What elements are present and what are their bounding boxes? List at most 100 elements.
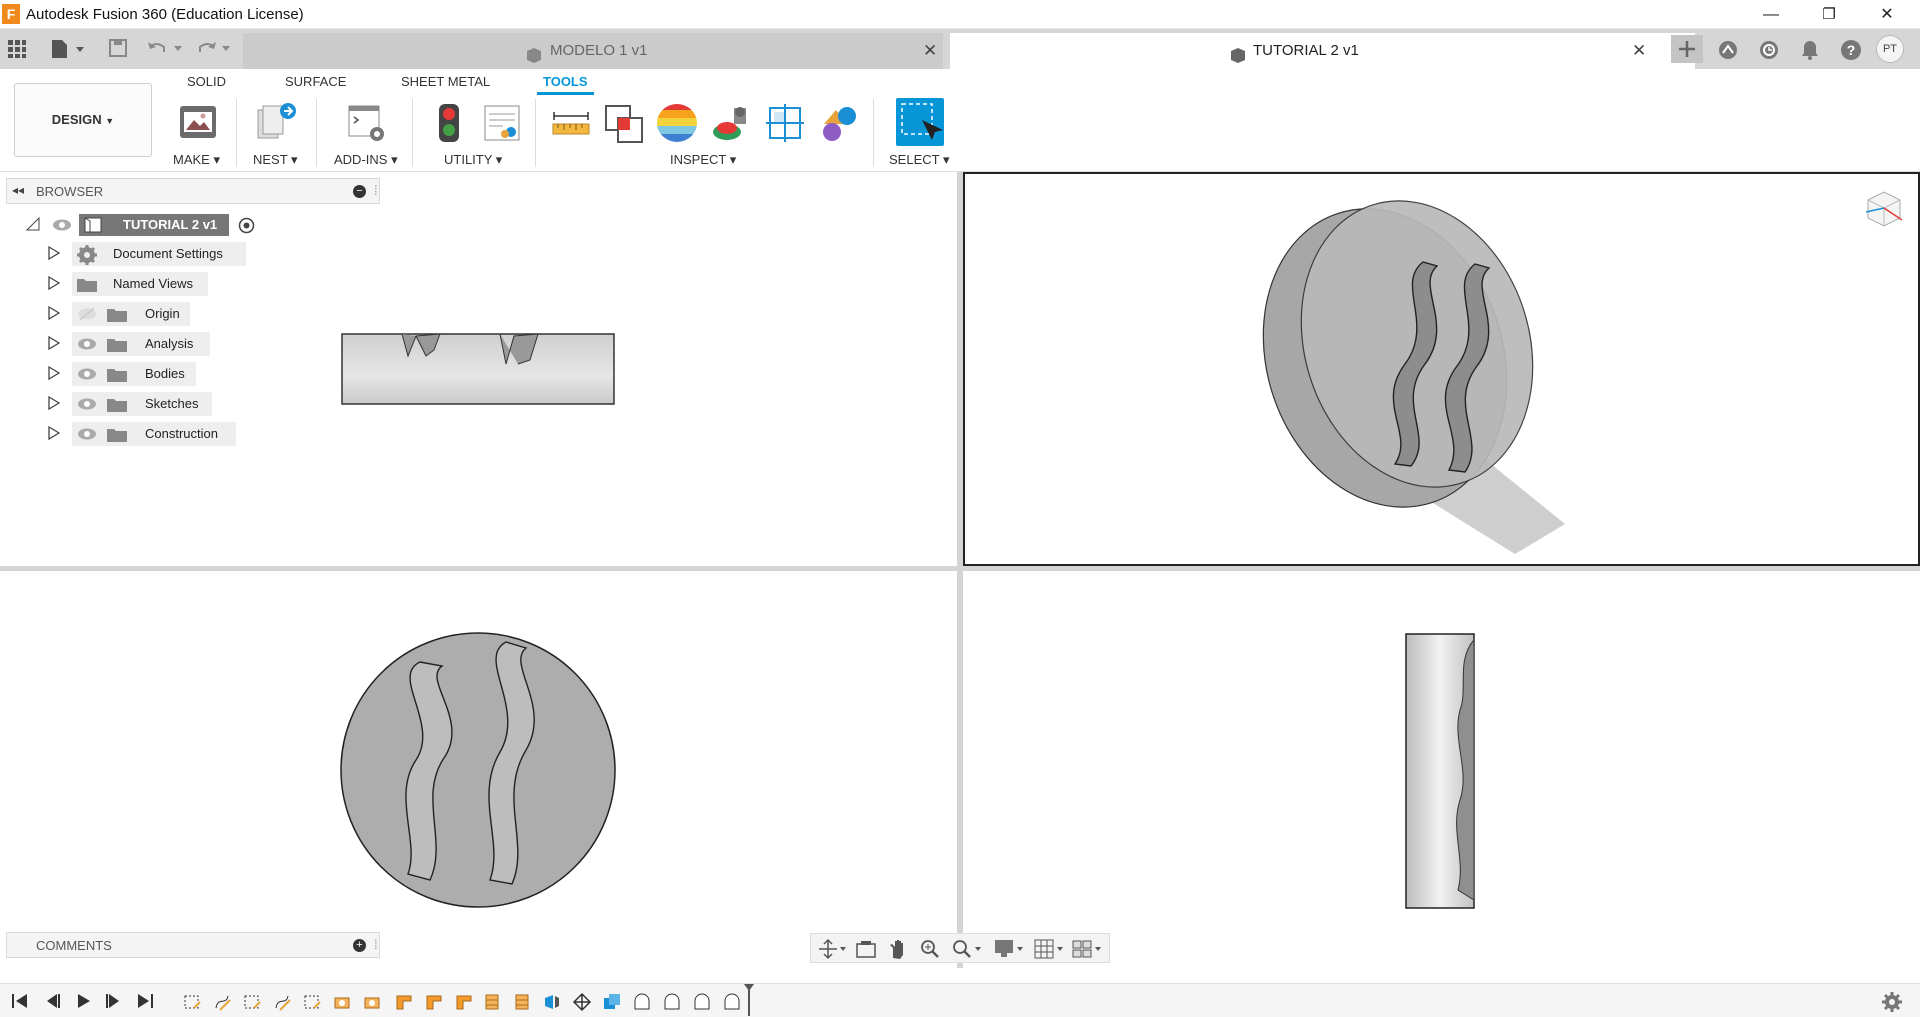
- file-menu-icon[interactable]: [50, 38, 86, 65]
- zebra-analysis-icon[interactable]: [656, 102, 698, 144]
- eye-icon[interactable]: [77, 397, 97, 414]
- browser-item-document-settings[interactable]: Document Settings: [48, 241, 268, 266]
- tab-solid[interactable]: SOLID: [187, 74, 226, 89]
- eye-hidden-icon[interactable]: [77, 307, 97, 324]
- traffic-light-icon[interactable]: [428, 102, 470, 144]
- expand-triangle-icon[interactable]: [48, 335, 61, 353]
- browser-item-origin[interactable]: Origin: [48, 301, 268, 326]
- scripts-addins-icon[interactable]: [345, 102, 387, 144]
- eye-icon[interactable]: [52, 218, 72, 235]
- section-analysis-icon[interactable]: [764, 102, 806, 144]
- browser-item-named-views[interactable]: Named Views: [48, 271, 268, 296]
- browser-item-construction[interactable]: Construction: [48, 421, 268, 446]
- user-avatar[interactable]: PT: [1876, 35, 1904, 63]
- viewport-perspective[interactable]: [963, 172, 1920, 566]
- timeline-settings-icon[interactable]: [1882, 992, 1902, 1012]
- timeline-marker-icon[interactable]: [742, 984, 756, 1016]
- group-nest[interactable]: NEST ▾: [253, 152, 298, 168]
- group-addins[interactable]: ADD-INS ▾: [334, 152, 398, 168]
- display-settings-icon[interactable]: [993, 938, 1027, 960]
- save-icon[interactable]: [108, 38, 128, 63]
- select-icon[interactable]: [896, 98, 944, 146]
- collapse-triangle-icon[interactable]: [25, 216, 40, 234]
- group-utility[interactable]: UTILITY ▾: [444, 152, 502, 168]
- step-back-icon[interactable]: [42, 992, 62, 1010]
- extensions-icon[interactable]: [1717, 39, 1739, 66]
- viewport-front[interactable]: [330, 320, 630, 420]
- eye-icon[interactable]: [77, 427, 97, 444]
- shell-feature-icon[interactable]: [692, 992, 712, 1012]
- expand-icon[interactable]: +: [353, 939, 366, 952]
- fillet-feature-icon[interactable]: [454, 992, 474, 1012]
- move-feature-icon[interactable]: [572, 992, 592, 1012]
- tab-tools[interactable]: TOOLS: [537, 74, 594, 95]
- sketch-feature-icon[interactable]: [242, 992, 262, 1012]
- close-tab-icon[interactable]: ✕: [1632, 33, 1646, 69]
- browser-item-analysis[interactable]: Analysis: [48, 331, 268, 356]
- panel-grip-icon[interactable]: ⁞: [374, 183, 378, 198]
- close-tab-icon[interactable]: ✕: [923, 33, 937, 69]
- nest-icon[interactable]: [255, 102, 297, 144]
- expand-triangle-icon[interactable]: [48, 365, 61, 383]
- app-grid-icon[interactable]: [8, 40, 26, 63]
- play-icon[interactable]: [74, 992, 94, 1010]
- browser-root[interactable]: TUTORIAL 2 v1: [22, 213, 272, 237]
- shell-feature-icon[interactable]: [662, 992, 682, 1012]
- fillet-feature-icon[interactable]: [424, 992, 444, 1012]
- split-body-icon[interactable]: [542, 992, 562, 1012]
- collapse-panel-icon[interactable]: ◂◂: [12, 183, 24, 197]
- sketch-feature-icon[interactable]: [182, 992, 202, 1012]
- tab-sheet-metal[interactable]: SHEET METAL: [401, 74, 490, 89]
- shell-feature-icon[interactable]: [722, 992, 742, 1012]
- sketch-feature-icon[interactable]: [212, 992, 232, 1012]
- interference-icon[interactable]: [603, 102, 645, 144]
- collapse-icon[interactable]: −: [353, 185, 366, 198]
- tab-surface[interactable]: SURFACE: [285, 74, 346, 89]
- restore-button[interactable]: ❐: [1806, 0, 1852, 29]
- draft-analysis-icon[interactable]: [710, 102, 752, 144]
- minimize-button[interactable]: —: [1748, 0, 1794, 29]
- fillet-feature-icon[interactable]: [394, 992, 414, 1012]
- browser-item-sketches[interactable]: Sketches: [48, 391, 268, 416]
- group-inspect[interactable]: INSPECT ▾: [670, 152, 736, 168]
- expand-triangle-icon[interactable]: [48, 305, 61, 323]
- fit-icon[interactable]: [951, 938, 985, 960]
- combine-feature-icon[interactable]: [602, 992, 622, 1012]
- browser-item-bodies[interactable]: Bodies: [48, 361, 268, 386]
- redo-icon[interactable]: [196, 38, 236, 63]
- tab-tutorial-2[interactable]: TUTORIAL 2 v1 ✕: [950, 33, 1695, 69]
- panel-grip-icon[interactable]: ⁞: [374, 937, 378, 952]
- notifications-icon[interactable]: [1799, 39, 1821, 66]
- center-of-mass-icon[interactable]: [818, 102, 860, 144]
- activate-radio-icon[interactable]: [238, 217, 255, 237]
- expand-triangle-icon[interactable]: [48, 245, 61, 263]
- add-tab-icon[interactable]: [1671, 35, 1703, 63]
- group-make[interactable]: MAKE ▾: [173, 152, 220, 168]
- job-status-icon[interactable]: [1758, 39, 1780, 66]
- extrude-feature-icon[interactable]: [332, 992, 352, 1012]
- measure-icon[interactable]: [550, 102, 592, 144]
- sketch-feature-icon[interactable]: [272, 992, 292, 1012]
- look-at-icon[interactable]: [855, 939, 877, 959]
- shell-feature-icon[interactable]: [632, 992, 652, 1012]
- chamfer-feature-icon[interactable]: [512, 992, 532, 1012]
- eye-icon[interactable]: [77, 337, 97, 354]
- eye-icon[interactable]: [77, 367, 97, 384]
- viewports-icon[interactable]: [1071, 938, 1105, 960]
- extrude-feature-icon[interactable]: [362, 992, 382, 1012]
- zoom-icon[interactable]: [919, 938, 943, 960]
- viewport-top[interactable]: [330, 628, 630, 918]
- undo-icon[interactable]: [146, 38, 186, 63]
- pan-icon[interactable]: [887, 938, 909, 960]
- viewport-right[interactable]: [1400, 630, 1480, 914]
- parameters-table-icon[interactable]: [481, 102, 523, 144]
- help-icon[interactable]: ?: [1840, 39, 1862, 66]
- close-window-button[interactable]: ✕: [1864, 0, 1910, 29]
- grid-settings-icon[interactable]: [1033, 938, 1067, 960]
- tab-modelo-1[interactable]: MODELO 1 v1 ✕: [243, 33, 943, 69]
- workspace-switcher[interactable]: DESIGN ▼: [14, 83, 152, 157]
- group-select[interactable]: SELECT ▾: [889, 152, 949, 168]
- viewcube-icon[interactable]: [1862, 186, 1906, 235]
- step-forward-icon[interactable]: [104, 992, 124, 1010]
- 3d-print-icon[interactable]: [177, 102, 219, 144]
